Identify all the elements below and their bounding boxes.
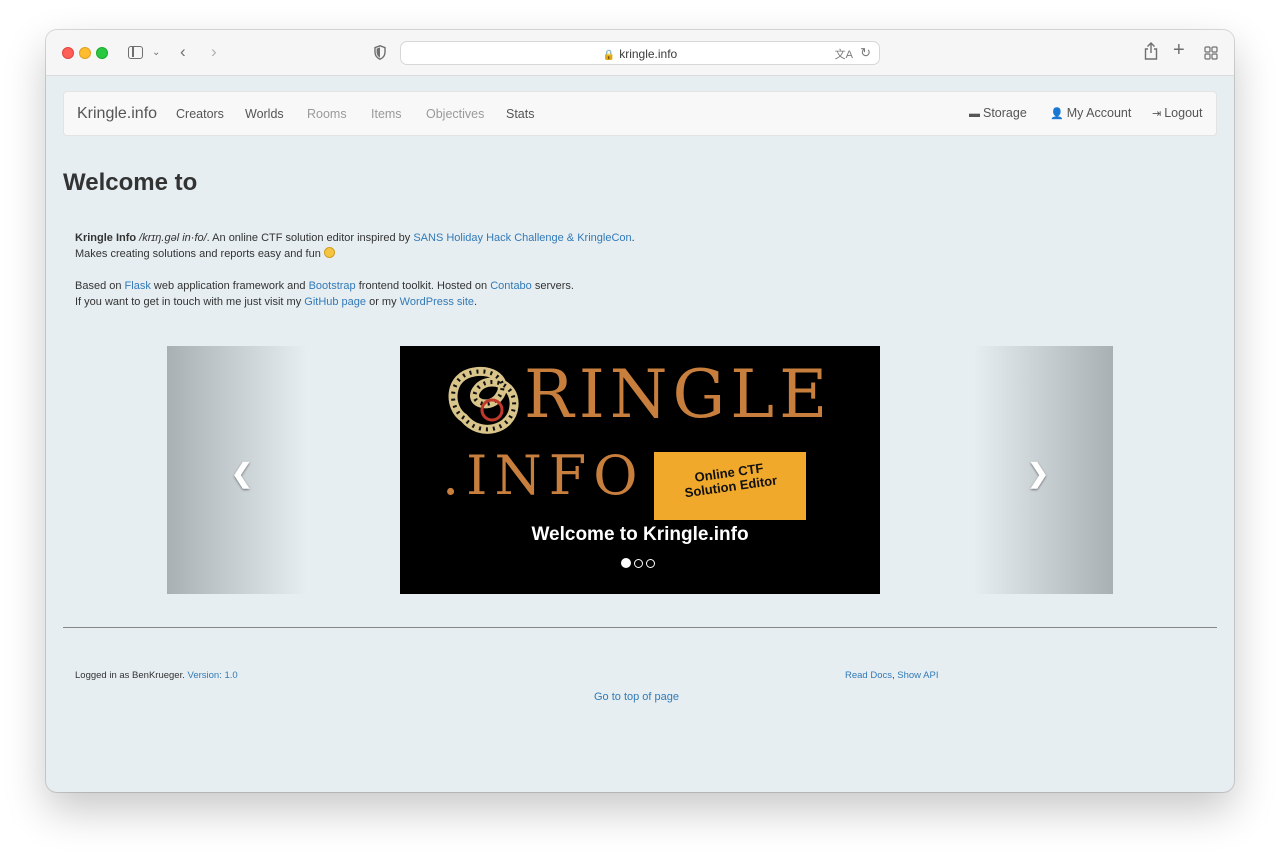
- nav-storage-label: Storage: [983, 106, 1027, 120]
- show-api-link[interactable]: Show API: [897, 670, 938, 681]
- footer-links: Read Docs, Show API: [845, 670, 938, 681]
- nav-item-objectives[interactable]: Objectives: [426, 107, 484, 121]
- new-tab-icon[interactable]: +: [1173, 40, 1185, 60]
- intro-text-segment: web application framework and: [150, 280, 309, 292]
- lock-icon: 🔒: [602, 50, 616, 61]
- intro-text-segment: frontend toolkit. Hosted on: [355, 280, 491, 292]
- intro-text: Kringle Info /krɪŋ.ɡəl in·fo/. An online…: [75, 230, 635, 326]
- url-display[interactable]: 🔒 kringle.info: [401, 47, 879, 61]
- translate-icon[interactable]: 文A: [835, 46, 853, 62]
- intro-text-segment: or my: [366, 296, 400, 308]
- nav-item-rooms[interactable]: Rooms: [307, 107, 347, 121]
- url-text: kringle.info: [619, 47, 678, 61]
- intro-brand: Kringle Info: [75, 232, 137, 244]
- title-bar: ⌄ ‹ › 🔒 kringle.info 文A ↻ +: [46, 30, 1234, 76]
- intro-text-segment: Based on: [75, 280, 125, 292]
- image-carousel: ❮ ❯ RINGLE .INFO Online CTF Solution Edi…: [167, 346, 1113, 594]
- nav-my-account-label: My Account: [1066, 106, 1132, 120]
- nav-item-items[interactable]: Items: [371, 107, 402, 121]
- pretzel-logo-icon: [448, 366, 519, 434]
- forward-icon[interactable]: ›: [211, 43, 217, 60]
- close-window-button[interactable]: [62, 47, 74, 59]
- nav-my-account[interactable]: 👤 My Account: [1050, 106, 1131, 120]
- slide-caption: Welcome to Kringle.info: [531, 524, 749, 545]
- footer-top: Go to top of page: [594, 691, 679, 703]
- address-bar[interactable]: 🔒 kringle.info 文A ↻: [400, 41, 880, 65]
- user-icon: 👤: [1050, 108, 1064, 120]
- logo-word: RINGLE: [524, 356, 833, 433]
- nav-logout-label: Logout: [1164, 106, 1203, 120]
- tagline-badge: Online CTF Solution Editor: [654, 452, 806, 520]
- chevron-right-icon: ❯: [1027, 458, 1049, 488]
- logo-suffix: .INFO: [442, 444, 645, 507]
- navbar-brand[interactable]: Kringle.info: [77, 105, 157, 123]
- minimize-window-button[interactable]: [79, 47, 91, 59]
- grinning-emoji-icon: [323, 247, 335, 258]
- nav-logout[interactable]: ⇥ Logout: [1152, 106, 1202, 120]
- carousel-next-control[interactable]: ❯: [973, 346, 1113, 594]
- page-title: Welcome to: [63, 169, 198, 196]
- site-navbar: Kringle.info Creators Worlds Rooms Items…: [63, 91, 1217, 136]
- carousel-indicator-1[interactable]: [621, 558, 631, 568]
- nav-storage[interactable]: ▬ Storage: [969, 106, 1027, 120]
- logged-in-text: Logged in as BenKrueger.: [75, 670, 188, 681]
- chevron-left-icon: ❮: [231, 458, 253, 488]
- carousel-prev-control[interactable]: ❮: [167, 346, 307, 594]
- privacy-shield-icon[interactable]: [374, 45, 386, 60]
- github-link[interactable]: GitHub page: [304, 296, 366, 308]
- footer-divider: [63, 627, 1217, 628]
- intro-text-segment: .: [474, 296, 478, 308]
- intro-paragraph-2: Based on Flask web application framework…: [75, 278, 635, 310]
- hdd-icon: ▬: [969, 108, 980, 120]
- share-icon[interactable]: [1144, 42, 1158, 60]
- read-docs-link[interactable]: Read Docs: [845, 670, 892, 681]
- intro-text-segment: .: [631, 232, 635, 244]
- bootstrap-link[interactable]: Bootstrap: [309, 280, 356, 292]
- browser-window: ⌄ ‹ › 🔒 kringle.info 文A ↻ + Kringle.info …: [46, 30, 1234, 792]
- flask-link[interactable]: Flask: [125, 280, 151, 292]
- back-icon[interactable]: ‹: [180, 43, 186, 60]
- tagline-text: Online CTF Solution Editor: [653, 456, 807, 505]
- logout-icon: ⇥: [1152, 108, 1162, 120]
- nav-item-creators[interactable]: Creators: [176, 107, 224, 121]
- tab-overview-icon[interactable]: [1204, 46, 1218, 60]
- wordpress-link[interactable]: WordPress site: [400, 296, 474, 308]
- version-link[interactable]: Version: 1.0: [188, 670, 238, 681]
- carousel-indicators: [621, 555, 658, 573]
- footer-login-info: Logged in as BenKrueger. Version: 1.0: [75, 670, 238, 681]
- reload-icon[interactable]: ↻: [860, 45, 871, 61]
- intro-text-segment: . An online CTF solution editor inspired…: [206, 232, 414, 244]
- intro-pronunciation: /krɪŋ.ɡəl in·fo/: [139, 232, 207, 244]
- holiday-hack-link[interactable]: SANS Holiday Hack Challenge & KringleCon: [413, 232, 631, 244]
- zoom-window-button[interactable]: [96, 47, 108, 59]
- carousel-indicator-3[interactable]: [646, 559, 655, 568]
- intro-text-segment: servers.: [531, 280, 574, 292]
- nav-item-stats[interactable]: Stats: [506, 107, 535, 121]
- intro-paragraph-1: Kringle Info /krɪŋ.ɡəl in·fo/. An online…: [75, 230, 635, 262]
- contabo-link[interactable]: Contabo: [490, 280, 532, 292]
- carousel-slide: RINGLE .INFO Online CTF Solution Editor …: [400, 346, 880, 594]
- sidebar-toggle-icon[interactable]: [128, 46, 143, 59]
- intro-text-segment: Makes creating solutions and reports eas…: [75, 248, 324, 260]
- carousel-indicator-2[interactable]: [634, 559, 643, 568]
- intro-text-segment: If you want to get in touch with me just…: [75, 296, 305, 308]
- go-to-top-link[interactable]: Go to top of page: [594, 691, 679, 703]
- nav-item-worlds[interactable]: Worlds: [245, 107, 284, 121]
- chevron-down-icon[interactable]: ⌄: [152, 45, 160, 61]
